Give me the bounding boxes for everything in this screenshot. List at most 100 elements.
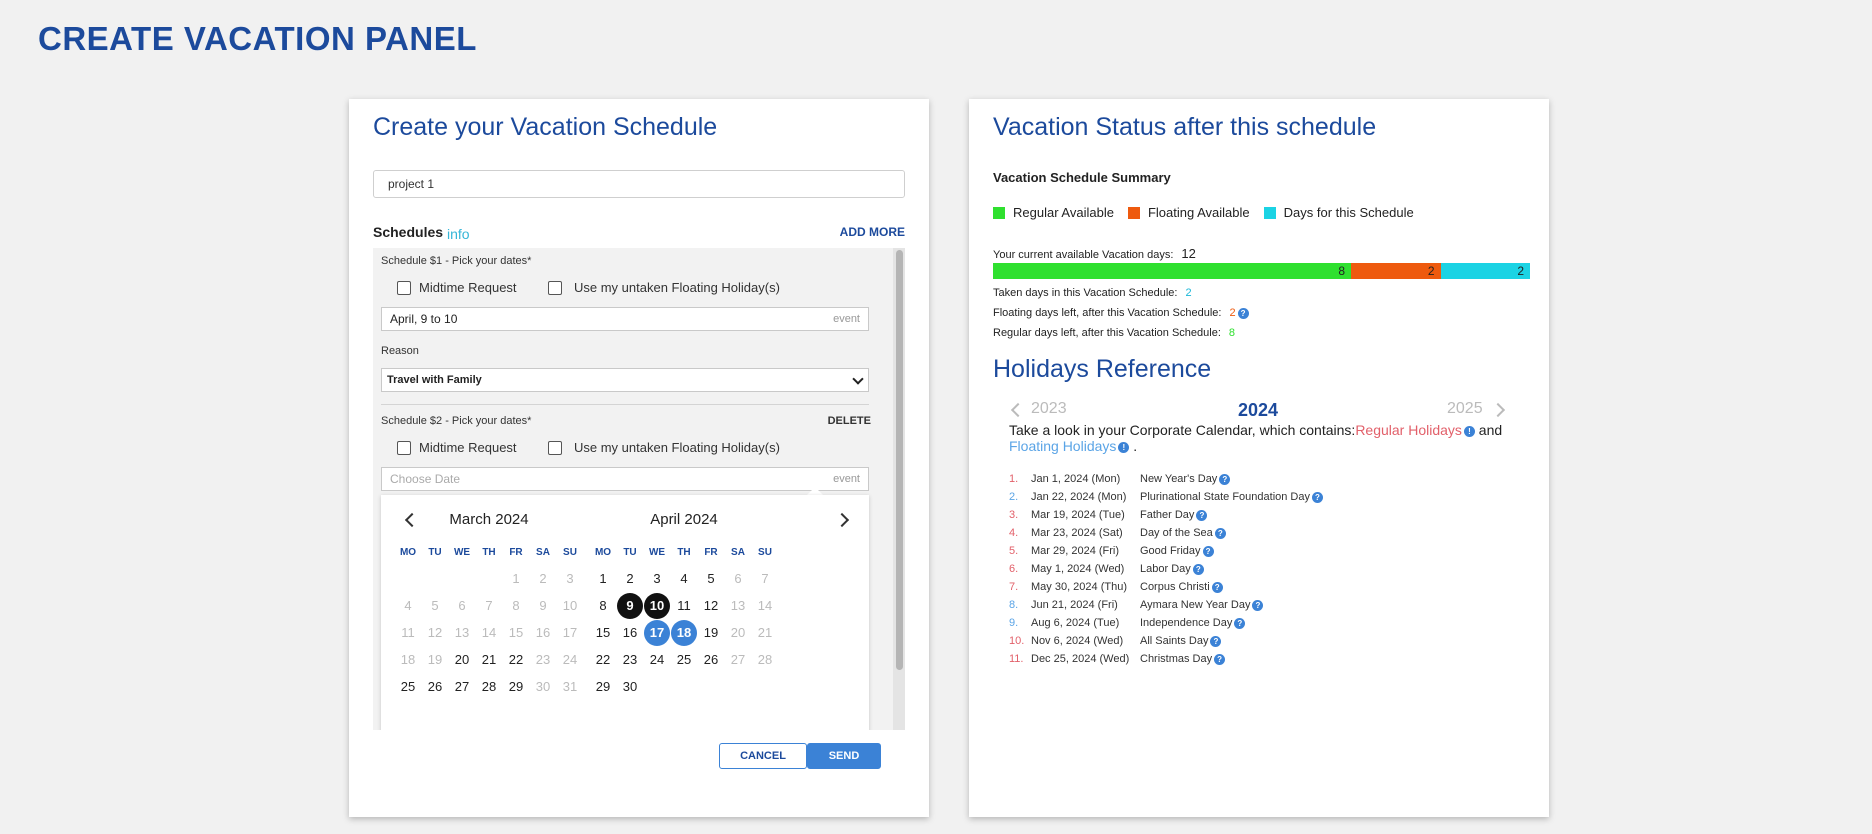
scrollbar-thumb[interactable] <box>896 250 903 670</box>
next-year-icon[interactable] <box>1490 402 1506 418</box>
calendar-day[interactable]: 26 <box>422 674 448 700</box>
bar-segment-label: 2 <box>1427 264 1435 278</box>
calendar-day[interactable]: 25 <box>395 674 421 700</box>
help-icon[interactable]: ? <box>1237 307 1249 319</box>
calendar-day[interactable]: 22 <box>503 647 529 673</box>
schedule-2-midtime-label: Midtime Request <box>419 440 517 455</box>
help-icon[interactable]: ? <box>1214 653 1226 665</box>
calendar-day: 14 <box>481 625 497 640</box>
holiday-name: Christmas Day? <box>1140 650 1226 668</box>
holiday-date: Dec 25, 2024 (Wed) <box>1031 653 1130 665</box>
schedule-1-date-field[interactable]: April, 9 to 10 event <box>381 307 869 331</box>
regular-holidays-link[interactable]: Regular Holidays <box>1355 422 1462 438</box>
date-picker[interactable]: March 2024 MO TU WE TH FR SA SU 1 2 3 4 5 6 7 8 9 10 11 12 1… <box>381 495 869 730</box>
available-days-value: 12 <box>1181 246 1196 261</box>
schedule-2-floating-checkbox[interactable] <box>548 441 562 455</box>
legend-swatch <box>993 206 1005 219</box>
regular-info-icon[interactable]: ! <box>1463 425 1475 437</box>
calendar-day[interactable]: 24 <box>644 647 670 673</box>
help-icon[interactable]: ? <box>1214 527 1226 539</box>
project-name-input[interactable] <box>373 170 905 198</box>
holiday-name: Aymara New Year Day? <box>1140 596 1264 614</box>
calendar-day[interactable]: 25 <box>671 647 697 673</box>
summary-legend: Regular Available Floating Available Days … <box>993 205 1428 220</box>
calendar-day: 16 <box>535 625 551 640</box>
calendar-day[interactable]: 29 <box>590 674 616 700</box>
help-icon[interactable]: ? <box>1219 473 1231 485</box>
calendar-day[interactable]: 5 <box>698 566 724 592</box>
help-icon[interactable]: ? <box>1234 617 1246 629</box>
calendar-day[interactable]: 26 <box>698 647 724 673</box>
help-icon[interactable]: ? <box>1210 635 1222 647</box>
selected-day[interactable]: 18 <box>671 620 697 646</box>
calendar-day[interactable]: 20 <box>449 647 475 673</box>
calendar-day[interactable]: 4 <box>671 566 697 592</box>
calendar-day[interactable]: 27 <box>449 674 475 700</box>
add-more-button[interactable]: ADD MORE <box>840 225 905 239</box>
weekday-header: SU <box>563 547 577 558</box>
delete-schedule-button[interactable]: DELETE <box>828 415 871 427</box>
help-icon[interactable]: ? <box>1211 581 1223 593</box>
calendar-day: 8 <box>512 598 520 613</box>
help-icon[interactable]: ? <box>1196 509 1208 521</box>
weekday-header: WE <box>648 547 666 558</box>
calendar-day[interactable]: 22 <box>590 647 616 673</box>
calendar-day[interactable]: 3 <box>644 566 670 592</box>
floating-holidays-link[interactable]: Floating Holidays <box>1009 438 1116 454</box>
calendar-day[interactable]: 21 <box>476 647 502 673</box>
calendar-day[interactable]: 2 <box>617 566 643 592</box>
calendar-day: 12 <box>427 625 443 640</box>
page-title: CREATE VACATION PANEL <box>38 20 477 57</box>
selected-day[interactable]: 17 <box>644 620 670 646</box>
holiday-number: 11. <box>1009 653 1024 665</box>
next-year[interactable]: 2025 <box>1447 400 1483 418</box>
calendar-day[interactable]: 30 <box>617 674 643 700</box>
prev-year-icon[interactable] <box>1010 402 1026 418</box>
calendar-day[interactable]: 29 <box>503 674 529 700</box>
schedules-scrollbar[interactable] <box>893 248 905 730</box>
prev-year[interactable]: 2023 <box>1031 400 1067 418</box>
vacation-bar: 8 2 2 <box>993 263 1530 279</box>
floating-info-icon[interactable]: ! <box>1118 441 1130 453</box>
calendar-day: 13 <box>454 625 470 640</box>
schedule-2-midtime-checkbox[interactable] <box>397 441 411 455</box>
help-icon[interactable]: ? <box>1192 563 1204 575</box>
cancel-button[interactable]: CANCEL <box>719 743 807 769</box>
calendar-day[interactable]: 15 <box>590 620 616 646</box>
help-icon[interactable]: ? <box>1312 491 1323 503</box>
holiday-name: Corpus Christi? <box>1140 578 1223 596</box>
legend-swatch <box>1127 206 1140 219</box>
calendar-day[interactable]: 11 <box>671 593 697 619</box>
info-link[interactable]: info <box>447 226 470 242</box>
available-days-line: Your current available Vacation days: 12 <box>993 246 1196 261</box>
schedules-container[interactable]: Schedule $1 - Pick your dates* Midtime R… <box>373 248 905 730</box>
calendar-day[interactable]: 1 <box>590 566 616 592</box>
weekday-header: TH <box>482 547 496 558</box>
selected-day[interactable]: 10 <box>644 593 670 619</box>
calendar-day: 3 <box>566 571 574 586</box>
schedule-2-date-field[interactable]: Choose Date event <box>381 467 869 491</box>
calendar-day[interactable]: 23 <box>617 647 643 673</box>
send-button[interactable]: SEND <box>807 743 881 769</box>
schedule-2-event-label: event <box>833 473 860 485</box>
calendar-day[interactable]: 19 <box>698 620 724 646</box>
help-icon[interactable]: ? <box>1202 545 1214 557</box>
calendar-day[interactable]: 12 <box>698 593 724 619</box>
holiday-number: 5. <box>1009 545 1019 557</box>
calendar-day[interactable]: 16 <box>617 620 643 646</box>
weekday-header: SA <box>731 547 745 558</box>
holiday-number: 10. <box>1009 635 1025 647</box>
weekday-header: TH <box>677 547 691 558</box>
schedule-1-floating-label: Use my untaken Floating Holiday(s) <box>574 280 780 295</box>
calendar-day[interactable]: 8 <box>590 593 616 619</box>
help-icon[interactable]: ? <box>1252 599 1264 611</box>
calendar-day[interactable]: 28 <box>476 674 502 700</box>
current-year: 2024 <box>1238 400 1279 420</box>
schedule-1-midtime-checkbox[interactable] <box>397 281 411 295</box>
reason-select[interactable]: Travel with Family <box>381 368 869 392</box>
holiday-date: May 1, 2024 (Wed) <box>1031 563 1125 575</box>
selected-day[interactable]: 9 <box>617 593 643 619</box>
bar-segment-label: 2 <box>1517 264 1524 278</box>
next-month-icon[interactable] <box>834 512 850 528</box>
schedule-1-floating-checkbox[interactable] <box>548 281 562 295</box>
